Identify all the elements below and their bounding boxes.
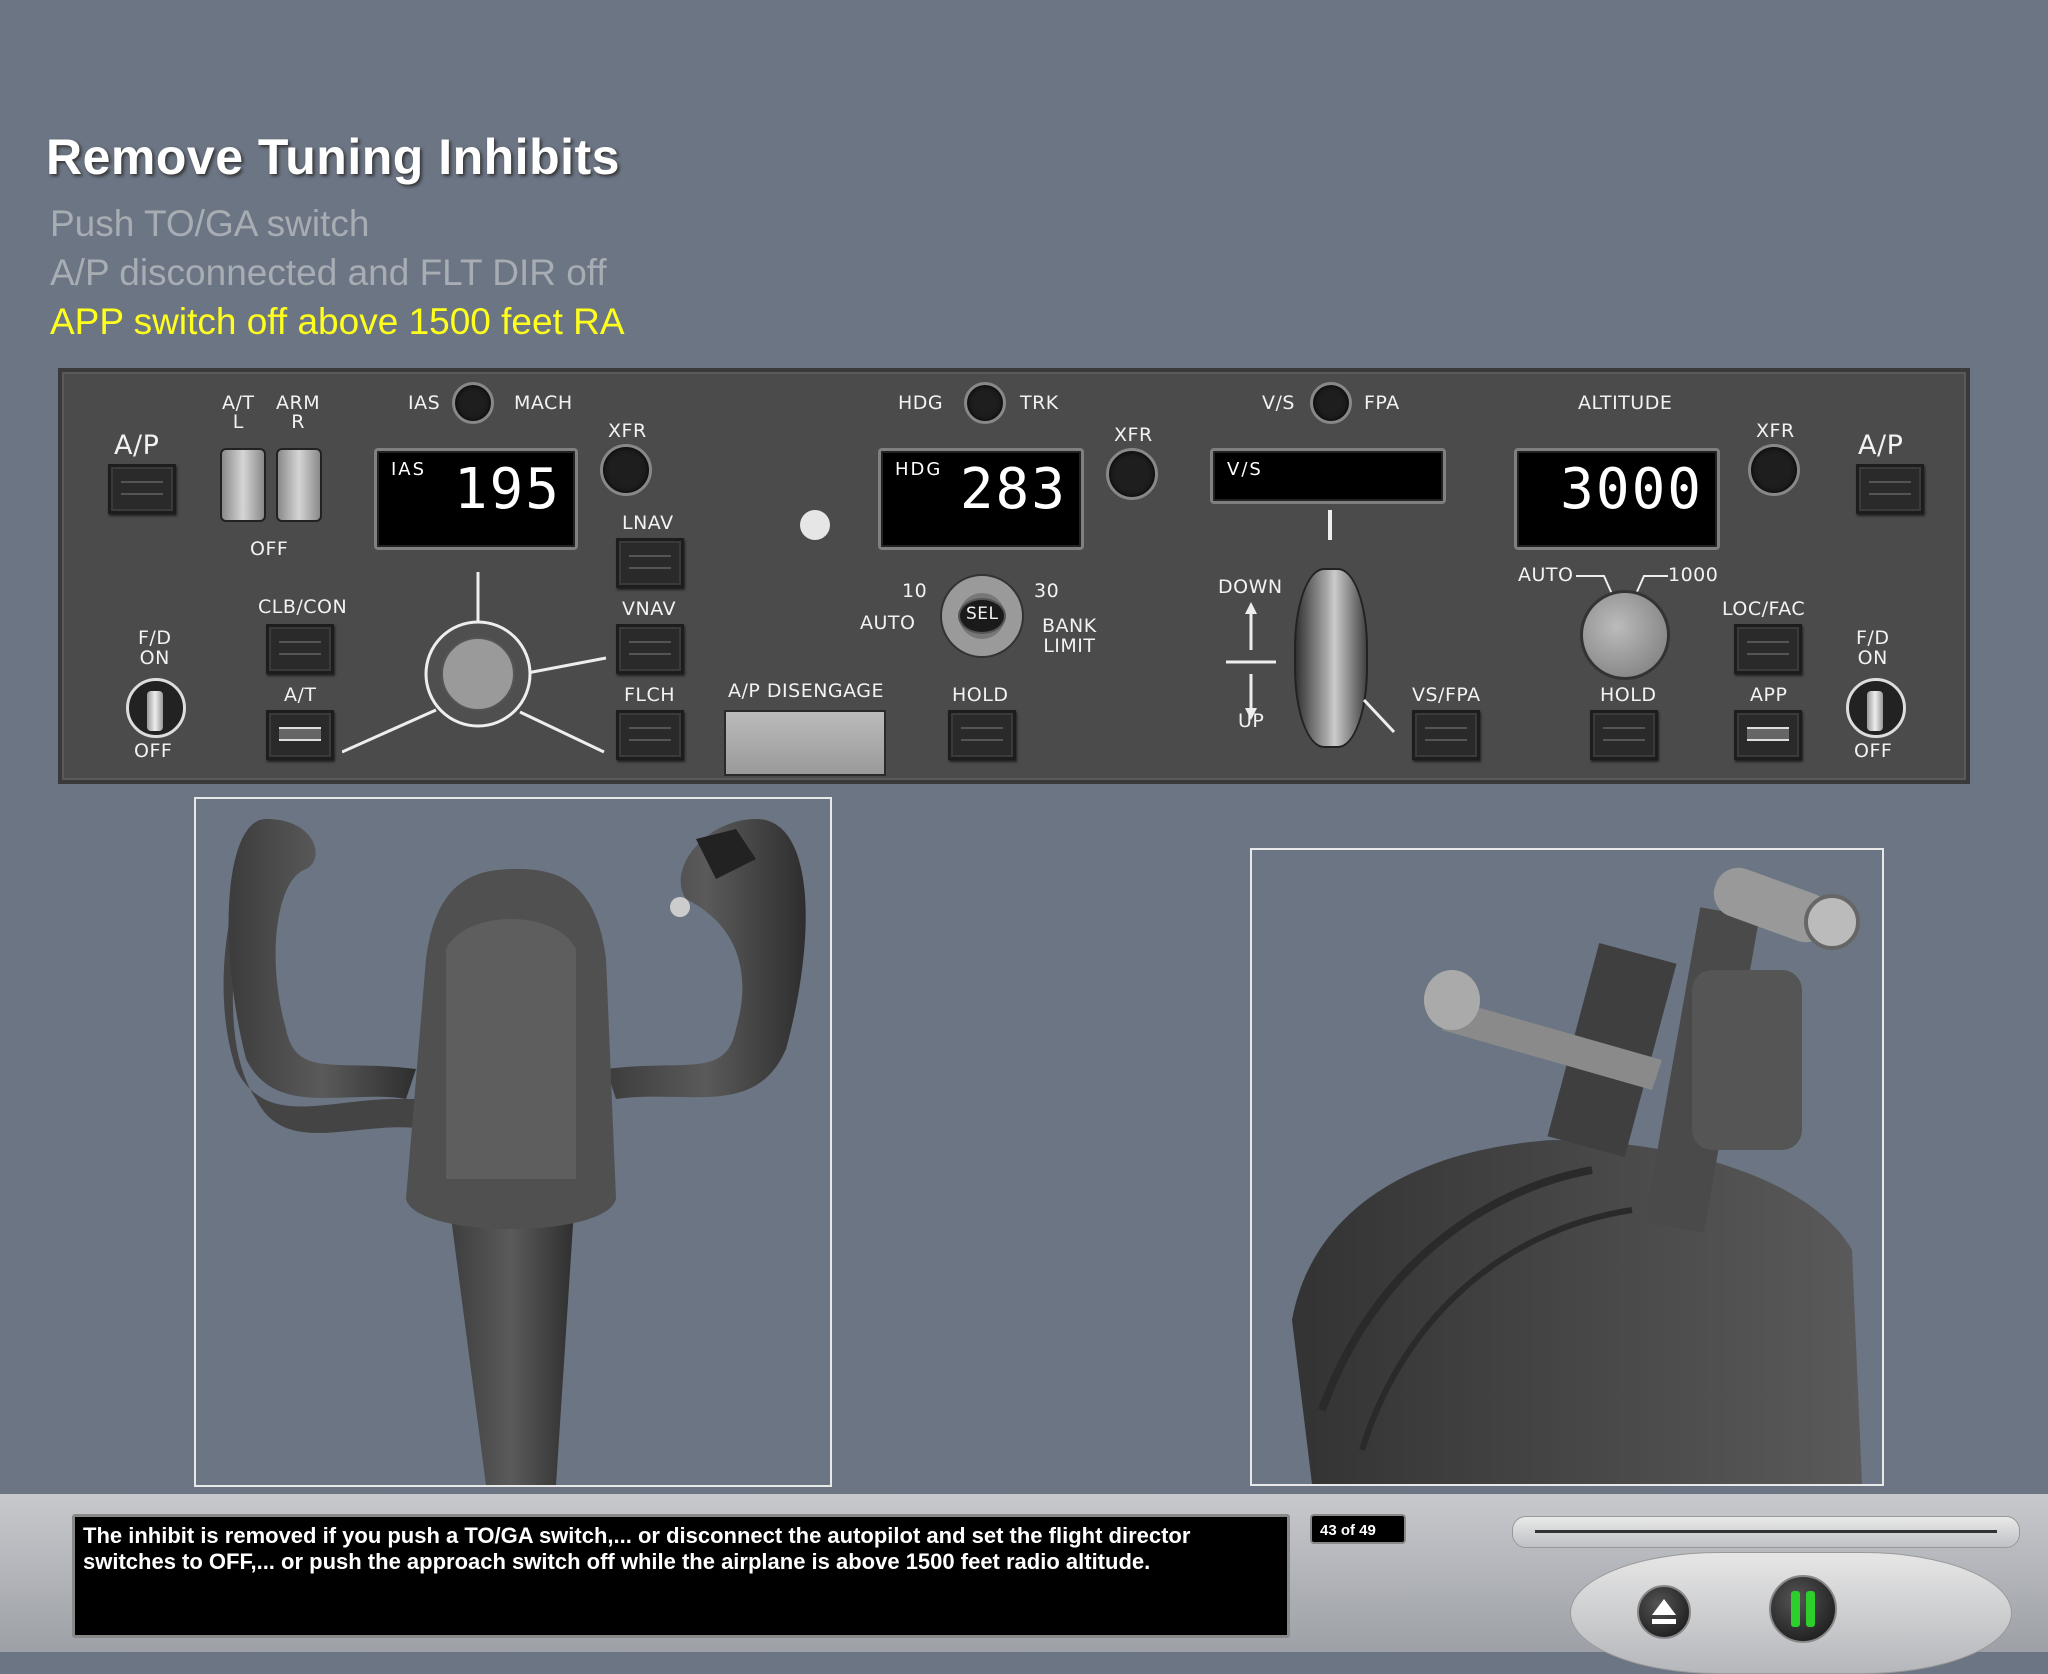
- flch-label: FLCH: [624, 684, 676, 706]
- alt-hold-button[interactable]: [1590, 710, 1658, 760]
- vs-thumbwheel[interactable]: [1294, 568, 1368, 748]
- page-counter: 43 of 49: [1310, 1514, 1406, 1544]
- pause-icon[interactable]: [1769, 1575, 1837, 1643]
- hdg-hold-button[interactable]: [948, 710, 1016, 760]
- altitude-label: ALTITUDE: [1578, 392, 1673, 414]
- hdg-display-label: HDG: [895, 459, 943, 480]
- ap-left-label: A/P: [114, 430, 160, 461]
- altitude-display: 3000: [1514, 448, 1720, 550]
- fd-right-on-label: F/D ON: [1856, 627, 1890, 669]
- lnav-label: LNAV: [622, 512, 674, 534]
- xfr-hdg-label: XFR: [1114, 424, 1153, 446]
- page-title: Remove Tuning Inhibits: [46, 129, 620, 185]
- vs-fpa-button[interactable]: [1412, 710, 1480, 760]
- bank-30-label: 30: [1034, 580, 1060, 602]
- arm-r-label: ARM R: [276, 392, 321, 433]
- fpa-label: FPA: [1364, 392, 1400, 414]
- auto-label: AUTO: [860, 612, 916, 634]
- vs-fpa-label: VS/FPA: [1412, 684, 1481, 706]
- loc-fac-button[interactable]: [1734, 624, 1802, 674]
- fd-left-on-label: F/D ON: [138, 627, 172, 669]
- xfr-alt-label: XFR: [1756, 420, 1795, 442]
- app-label: APP: [1750, 684, 1788, 706]
- vs-fpa-select-button[interactable]: [1310, 382, 1352, 424]
- hdg-label: HDG: [898, 392, 944, 414]
- ap-left-button[interactable]: [108, 464, 176, 514]
- throttle-quadrant-image: [1250, 848, 1884, 1486]
- vs-wheel-tick: [1328, 510, 1332, 540]
- throttle-illustration: [1292, 867, 1862, 1484]
- caption-box: The inhibit is removed if you push a TO/…: [72, 1514, 1290, 1638]
- ias-value: 195: [453, 457, 561, 522]
- ias-display: IAS 195: [374, 448, 578, 550]
- vs-display: V/S: [1210, 448, 1446, 504]
- vs-display-label: V/S: [1227, 459, 1263, 480]
- lnav-button[interactable]: [616, 538, 684, 588]
- control-yoke-image: [194, 797, 832, 1487]
- at-label: A/T: [284, 684, 317, 706]
- hdg-value: 283: [959, 457, 1067, 522]
- vnav-button[interactable]: [616, 624, 684, 674]
- ap-right-button[interactable]: [1856, 464, 1924, 514]
- hdg-display: HDG 283: [878, 448, 1084, 550]
- bank-10-label: 10: [902, 580, 928, 602]
- hdg-trk-select-button[interactable]: [964, 382, 1006, 424]
- at-off-label: OFF: [250, 538, 289, 560]
- up-label: UP: [1238, 710, 1265, 732]
- app-button[interactable]: [1734, 710, 1802, 760]
- xfr-alt-button[interactable]: [1748, 444, 1800, 496]
- ap-right-label: A/P: [1858, 430, 1904, 461]
- at-l-label: A/T L: [222, 392, 255, 433]
- ias-display-label: IAS: [391, 459, 427, 480]
- bank-limit-label: BANK LIMIT: [1042, 615, 1097, 657]
- ias-label: IAS: [408, 392, 441, 414]
- down-up-arrows: [1226, 602, 1276, 720]
- hdg-hold-label: HOLD: [952, 684, 1009, 706]
- xfr-ias-label: XFR: [608, 420, 647, 442]
- step-3-current: APP switch off above 1500 feet RA: [50, 301, 625, 342]
- progress-bar[interactable]: [1512, 1516, 2020, 1548]
- fd-right-switch[interactable]: [1846, 678, 1906, 738]
- at-button[interactable]: [266, 710, 334, 760]
- at-arm-switch-left[interactable]: [220, 448, 266, 522]
- hdg-select-knob[interactable]: SEL: [940, 574, 1024, 658]
- vnav-label: VNAV: [622, 598, 676, 620]
- control-yoke-illustration: [223, 819, 806, 1485]
- indicator-light: [800, 510, 830, 540]
- fd-left-switch[interactable]: [126, 678, 186, 738]
- loc-fac-label: LOC/FAC: [1722, 598, 1806, 620]
- fd-right-off-label: OFF: [1854, 740, 1893, 762]
- ap-disengage-bar[interactable]: [724, 710, 886, 776]
- progress-track-line: [1535, 1530, 1997, 1533]
- mode-control-panel: A/P A/T L ARM R OFF IAS MACH IAS 195 XFR…: [58, 368, 1970, 784]
- flch-button[interactable]: [616, 710, 684, 760]
- alt-hold-label: HOLD: [1600, 684, 1657, 706]
- step-1: Push TO/GA switch: [50, 203, 370, 244]
- altitude-value: 3000: [1560, 457, 1703, 522]
- fd-left-off-label: OFF: [134, 740, 173, 762]
- altitude-select-knob[interactable]: [1580, 590, 1670, 680]
- xfr-hdg-button[interactable]: [1106, 448, 1158, 500]
- eject-icon[interactable]: [1637, 1585, 1691, 1639]
- vs-label: V/S: [1262, 392, 1295, 414]
- vs-wheel-line: [1362, 698, 1396, 734]
- alt-auto-label: AUTO: [1518, 564, 1574, 586]
- caption-text: The inhibit is removed if you push a TO/…: [83, 1523, 1191, 1574]
- sel-label: SEL: [966, 604, 999, 624]
- clb-con-label: CLB/CON: [258, 596, 348, 618]
- speed-select-knob[interactable]: [442, 634, 514, 706]
- clb-con-button[interactable]: [266, 624, 334, 674]
- playback-controls: [1570, 1552, 2012, 1674]
- ias-mach-select-button[interactable]: [452, 382, 494, 424]
- xfr-ias-button[interactable]: [600, 444, 652, 496]
- mach-label: MACH: [514, 392, 573, 414]
- step-2: A/P disconnected and FLT DIR off: [50, 252, 607, 293]
- trk-label: TRK: [1020, 392, 1059, 414]
- ap-disengage-label: A/P DISENGAGE: [728, 680, 885, 702]
- at-arm-switch-right[interactable]: [276, 448, 322, 522]
- down-label: DOWN: [1218, 576, 1283, 598]
